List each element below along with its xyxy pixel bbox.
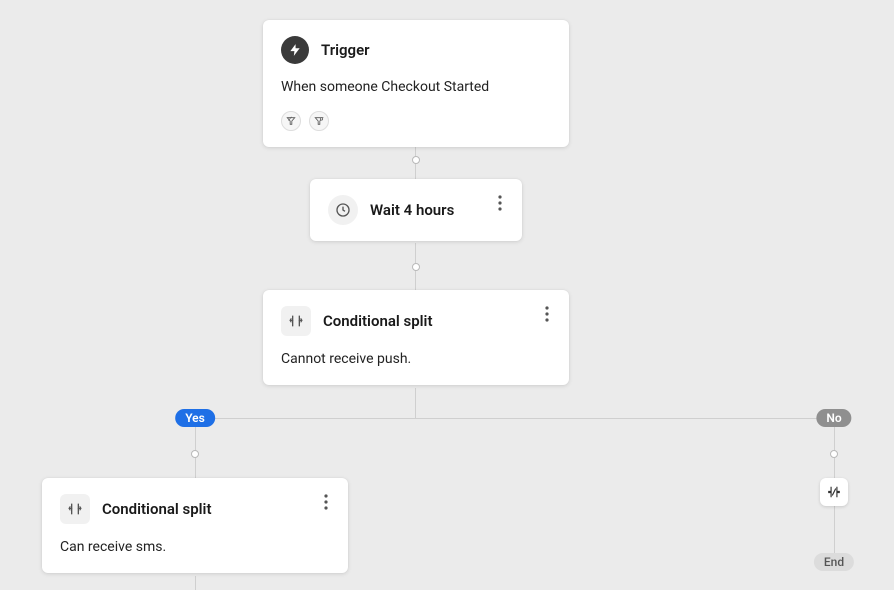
node-title: Conditional split: [323, 312, 432, 330]
edge-dot: [412, 263, 420, 271]
wait-node[interactable]: Wait 4 hours: [310, 179, 522, 241]
node-title: Trigger: [321, 41, 370, 59]
node-title: Conditional split: [102, 500, 211, 518]
node-menu-button[interactable]: [316, 492, 336, 512]
clock-icon: [328, 195, 358, 225]
split-icon: [60, 494, 90, 524]
node-menu-button[interactable]: [490, 193, 510, 213]
node-body: Cannot receive push.: [281, 350, 551, 369]
edge-dot: [412, 156, 420, 164]
edge: [415, 388, 416, 418]
trigger-filter-icon[interactable]: [281, 111, 301, 131]
branch-no-pill: No: [816, 409, 851, 427]
edge: [195, 576, 196, 590]
node-body: Can receive sms.: [60, 538, 330, 557]
edge: [195, 418, 834, 419]
node-title: Wait 4 hours: [370, 201, 454, 219]
edge: [195, 418, 196, 478]
conditional-split-node[interactable]: Conditional split Cannot receive push.: [263, 290, 569, 385]
branch-end-pill: End: [814, 553, 854, 571]
branch-yes-pill: Yes: [175, 409, 215, 427]
flow-canvas: Yes No End Trigger When someone Checkout…: [0, 0, 894, 590]
node-menu-button[interactable]: [537, 304, 557, 324]
profile-filter-icon[interactable]: [309, 111, 329, 131]
add-step-button[interactable]: [820, 478, 848, 506]
node-body: When someone Checkout Started: [281, 78, 551, 97]
split-icon: [281, 306, 311, 336]
trigger-node[interactable]: Trigger When someone Checkout Started: [263, 20, 569, 147]
bolt-icon: [281, 36, 309, 64]
conditional-split-node[interactable]: Conditional split Can receive sms.: [42, 478, 348, 573]
edge-dot: [830, 450, 838, 458]
edge-dot: [191, 450, 199, 458]
